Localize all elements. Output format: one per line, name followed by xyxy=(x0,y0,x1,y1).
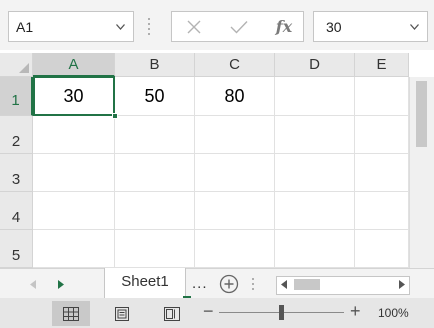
tab-splitter-icon[interactable] xyxy=(252,278,254,290)
cell-a3[interactable] xyxy=(33,154,115,192)
cell-e5[interactable] xyxy=(355,230,409,268)
chevron-down-icon[interactable] xyxy=(116,12,125,41)
formula-input[interactable]: 30 xyxy=(313,11,428,42)
plus-circle-icon[interactable] xyxy=(219,274,239,294)
row-header-2[interactable]: 2 xyxy=(0,116,33,154)
cell-e3[interactable] xyxy=(355,154,409,192)
column-header-d[interactable]: D xyxy=(275,53,355,77)
column-header-e[interactable]: E xyxy=(355,53,409,77)
sheet-tab-sheet1[interactable]: Sheet1 xyxy=(104,268,191,298)
vertical-scrollbar[interactable] xyxy=(409,77,434,268)
formula-value: 30 xyxy=(326,19,342,35)
cell-a4[interactable] xyxy=(33,192,115,230)
scroll-right-icon[interactable] xyxy=(399,280,405,289)
cell-b1[interactable]: 50 xyxy=(115,77,195,116)
cell-b4[interactable] xyxy=(115,192,195,230)
cell-b5[interactable] xyxy=(115,230,195,268)
page-break-preview-button[interactable] xyxy=(153,301,191,326)
cancel-icon[interactable] xyxy=(174,12,214,41)
name-box[interactable]: A1 xyxy=(8,11,134,42)
name-box-value: A1 xyxy=(16,19,34,35)
cell-e4[interactable] xyxy=(355,192,409,230)
vertical-scroll-thumb[interactable] xyxy=(416,81,427,147)
page-layout-icon xyxy=(115,306,129,321)
select-all-button[interactable] xyxy=(0,53,33,77)
formula-bar-grip-icon[interactable] xyxy=(148,17,150,37)
cell-e1[interactable] xyxy=(355,77,409,116)
row-header-4[interactable]: 4 xyxy=(0,192,33,230)
active-cell-border xyxy=(33,76,115,116)
cell-d5[interactable] xyxy=(275,230,355,268)
formula-buttons: fx xyxy=(171,11,304,42)
status-bar: − + 100% xyxy=(0,298,434,328)
column-header-c[interactable]: C xyxy=(195,53,275,77)
row-header-5[interactable]: 5 xyxy=(0,230,33,268)
scroll-tabs-left-icon[interactable] xyxy=(26,277,40,291)
cell-c2[interactable] xyxy=(195,116,275,154)
zoom-in-button[interactable]: + xyxy=(350,302,361,320)
cell-a2[interactable] xyxy=(33,116,115,154)
row-header-3[interactable]: 3 xyxy=(0,154,33,192)
cell-d3[interactable] xyxy=(275,154,355,192)
sheet-tab-label: Sheet1 xyxy=(121,273,169,290)
cell-e2[interactable] xyxy=(355,116,409,154)
insert-function-button[interactable]: fx xyxy=(264,12,304,41)
fill-handle[interactable] xyxy=(112,113,118,119)
horizontal-scrollbar[interactable] xyxy=(276,276,410,295)
column-header-b[interactable]: B xyxy=(115,53,195,77)
column-header-a[interactable]: A xyxy=(33,53,115,77)
cell-c1[interactable]: 80 xyxy=(195,77,275,116)
page-break-preview-icon xyxy=(164,306,180,321)
expand-formula-icon[interactable] xyxy=(410,12,419,41)
page-layout-button[interactable] xyxy=(103,301,141,326)
cell-b2[interactable] xyxy=(115,116,195,154)
cell-c5[interactable] xyxy=(195,230,275,268)
sheet-tab-bar: Sheet1 ... xyxy=(0,268,434,298)
scroll-left-icon[interactable] xyxy=(281,280,287,289)
more-sheets-button[interactable]: ... xyxy=(192,275,208,292)
cell-d2[interactable] xyxy=(275,116,355,154)
formula-bar: A1 fx 30 xyxy=(0,0,434,50)
function-label: fx xyxy=(275,17,293,36)
normal-view-button[interactable] xyxy=(52,301,90,326)
cell-d4[interactable] xyxy=(275,192,355,230)
cell-b3[interactable] xyxy=(115,154,195,192)
scroll-tabs-right-icon[interactable] xyxy=(54,277,68,291)
zoom-out-button[interactable]: − xyxy=(203,302,214,320)
normal-view-icon xyxy=(63,306,79,321)
cell-c3[interactable] xyxy=(195,154,275,192)
horizontal-scroll-thumb[interactable] xyxy=(294,279,320,290)
row-header-1[interactable]: 1 xyxy=(0,77,33,116)
cell-a5[interactable] xyxy=(33,230,115,268)
cell-d1[interactable] xyxy=(275,77,355,116)
zoom-slider-thumb[interactable] xyxy=(279,305,284,320)
zoom-level[interactable]: 100% xyxy=(378,306,409,320)
cell-c4[interactable] xyxy=(195,192,275,230)
checkmark-icon[interactable] xyxy=(219,12,259,41)
